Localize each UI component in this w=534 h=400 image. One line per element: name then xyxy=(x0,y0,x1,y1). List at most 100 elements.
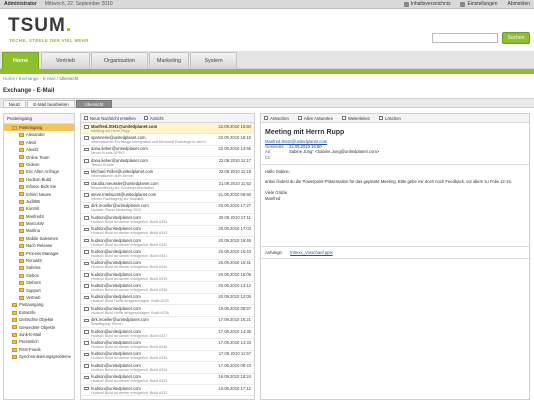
forward-button[interactable]: Weiterleiten xyxy=(341,116,370,121)
folder-item[interactable]: Mobile Salesmen xyxy=(4,235,74,242)
mail-item[interactable]: hudson@unitedplanet.com Hudson Build ist … xyxy=(81,237,254,249)
folder-item[interactable]: Martina xyxy=(4,227,74,234)
mail-item[interactable]: dana.lieber@unitedplanet.com Termin Kunde… xyxy=(81,157,254,169)
subtab-edit-mail[interactable]: E-Mail bearbeiten xyxy=(27,100,75,108)
breadcrumb-home[interactable]: Home xyxy=(3,76,15,81)
folder-item[interactable]: Gesendete Objekte xyxy=(4,324,74,331)
view-button[interactable]: Ansicht xyxy=(143,116,164,121)
mail-item[interactable]: hudson@unitedplanet.com Hudson Build ist … xyxy=(81,339,254,351)
mail-item[interactable]: spannerie@unitedplanet.com Informationen … xyxy=(81,134,254,146)
toc-link[interactable]: Inhaltsverzeichnis xyxy=(403,1,450,7)
mail-list: Manfred.Stetz@unitedplanet.com Meeting mi… xyxy=(81,123,254,397)
mail-item[interactable]: hudson@unitedplanet.com Hudson Build ist … xyxy=(81,328,254,340)
folder-label: Mobile Salesmen xyxy=(26,235,59,241)
mail-item[interactable]: hudson@unitedplanet.com Hudson Build Hotf… xyxy=(81,305,254,317)
logo: TSUM. xyxy=(8,15,73,36)
mail-item[interactable]: steve.Intelwurst@unitedplanet.com Intrexx… xyxy=(81,191,254,203)
mail-item[interactable]: claudia.meussler@unitedplanet.com Beschre… xyxy=(81,180,254,192)
folder-item[interactable]: Junk-E-Mail xyxy=(4,331,74,338)
settings-link[interactable]: Einstellungen xyxy=(460,1,497,7)
mail-item[interactable]: hudson@unitedplanet.com Hudson Build ist … xyxy=(81,214,254,226)
folder-item[interactable]: Process Manager xyxy=(4,250,74,257)
folder-item[interactable]: MarcusW xyxy=(4,220,74,227)
new-message-button[interactable]: Neue Nachricht erstellen xyxy=(84,116,136,121)
mail-subject: Meeting mit Herrn Rupp xyxy=(91,128,131,133)
mail-date: 20.09.2010 15:05 xyxy=(218,271,251,277)
delete-button[interactable]: Löschen xyxy=(379,116,401,121)
mail-item[interactable]: hudson@unitedplanet.com Hudson Build ist … xyxy=(81,351,254,363)
mail-item[interactable]: hudson@unitedplanet.com Hudson Build ist … xyxy=(81,226,254,237)
mail-item[interactable]: hudson@unitedplanet.com Hudson Build ist … xyxy=(81,260,254,272)
folder-label: Postausgang xyxy=(19,302,44,308)
folder-item[interactable]: Sabrina xyxy=(4,264,74,271)
mail-item[interactable]: hudson@unitedplanet.com Hudson Build Hotf… xyxy=(81,294,254,306)
folder-item[interactable]: Persönlich xyxy=(4,338,74,345)
folder-item[interactable]: Gideon xyxy=(4,161,74,168)
folder-item[interactable]: Hudson Build xyxy=(4,176,74,183)
nav-tab-system[interactable]: System xyxy=(190,52,237,69)
subtab-neutz[interactable]: Neutz xyxy=(3,100,26,108)
envelope-icon xyxy=(84,250,89,254)
mail-item[interactable]: Michael.Feller@unitedplanet.com Informati… xyxy=(81,169,254,180)
breadcrumb-section[interactable]: Exchange - E-Mail xyxy=(19,76,56,81)
folder-item[interactable]: Vertrieb xyxy=(4,294,74,301)
folder-label: Alexander xyxy=(26,132,45,138)
nav-tab-vertrieb[interactable]: Vertrieb xyxy=(41,52,90,69)
reply-all-button[interactable]: Allen Antworten xyxy=(297,116,333,121)
folder-item[interactable]: Kontrill xyxy=(4,205,74,212)
mail-item[interactable]: hudson@unitedplanet.com Hudson Build ist … xyxy=(81,282,254,294)
folder-item[interactable]: Alexit2 xyxy=(4,146,74,153)
subtab-overview[interactable]: Übersicht xyxy=(76,100,112,108)
folder-item[interactable]: Alexit xyxy=(4,139,74,146)
folder-item[interactable]: Posteingang xyxy=(4,124,74,132)
nav-tab-organisation[interactable]: Organisation xyxy=(91,52,148,69)
folder-item[interactable]: Gelöschte Objekte xyxy=(4,316,74,323)
mail-subject: Hudson Build Hotfix fehlgeschlagen: Buil… xyxy=(91,299,169,304)
folder-icon xyxy=(19,251,24,256)
mail-item[interactable]: dirk.moeller@unitedplanet.com Update: Sta… xyxy=(81,203,254,215)
folder-item[interactable]: Eric Allen Anfrage xyxy=(4,168,74,175)
folder-item[interactable]: Support xyxy=(4,287,74,294)
folder-item[interactable]: JudithB xyxy=(4,198,74,205)
folder-item[interactable]: StefanS xyxy=(4,279,74,286)
mail-date: 17.09.2010 14:36 xyxy=(218,328,251,334)
folder-item[interactable]: RonaldS xyxy=(4,257,74,264)
mail-item[interactable]: hudson@unitedplanet.com Hudson Build ist … xyxy=(81,271,254,283)
folder-item[interactable]: Infrinn Neues xyxy=(4,191,74,198)
view-icon xyxy=(143,116,148,120)
nav-tab-marketing[interactable]: Marketing xyxy=(149,52,189,69)
search-button[interactable]: Suchen xyxy=(502,32,530,44)
mail-item[interactable]: dirk.moeller@unitedplanet.com Bestätigung… xyxy=(81,317,254,329)
mail-item[interactable]: hudson@unitedplanet.com Hudson Build ist … xyxy=(81,385,254,397)
folder-item[interactable]: Online Team xyxy=(4,154,74,161)
folder-item[interactable]: Infosoc Bids Sie xyxy=(4,183,74,190)
folder-item[interactable]: Synchronisierungsprobleme xyxy=(4,353,74,360)
folder-icon xyxy=(19,192,24,197)
folder-item[interactable]: Nach Release xyxy=(4,242,74,249)
folder-item[interactable]: Alexander xyxy=(4,131,74,138)
nav-tab-home[interactable]: Home xyxy=(2,52,39,69)
folder-item[interactable]: Siebox xyxy=(4,272,74,279)
folder-item[interactable]: RSS-Feeds xyxy=(4,346,74,353)
mail-subject: Intrexx Fachtagung zur Mobilität xyxy=(91,196,144,201)
folder-tree-header: Posteingang xyxy=(4,114,74,124)
folder-label: MarcusW xyxy=(26,221,44,227)
folder-label: Siebox xyxy=(26,272,39,278)
folder-item[interactable]: Postausgang xyxy=(4,301,74,308)
folder-label: Posteingang xyxy=(19,125,43,130)
signature: Manfred xyxy=(265,195,281,201)
mail-item[interactable]: hudson@unitedplanet.com Hudson Build ist … xyxy=(81,374,254,385)
folder-icon xyxy=(19,214,24,219)
folder-icon xyxy=(12,325,17,330)
mail-item[interactable]: dana.lieber@unitedplanet.com Neuer Kunde … xyxy=(81,146,254,158)
mail-item[interactable]: Manfred.Stetz@unitedplanet.com Meeting mi… xyxy=(81,123,254,135)
folder-item[interactable]: Entwürfe xyxy=(4,309,74,316)
logout-link[interactable]: Abmelden xyxy=(507,1,530,7)
folder-item[interactable]: ManfredS xyxy=(4,213,74,220)
mail-item[interactable]: hudson@unitedplanet.com Hudson Build ist … xyxy=(81,248,254,260)
reply-button[interactable]: Antworten xyxy=(264,116,289,121)
folder-icon xyxy=(19,281,24,286)
mail-item[interactable]: hudson@unitedplanet.com Hudson Build ist … xyxy=(81,362,254,374)
search-input[interactable] xyxy=(432,33,498,43)
attachment-link[interactable]: Intrexx_Vorschauf.pptx xyxy=(290,250,333,255)
